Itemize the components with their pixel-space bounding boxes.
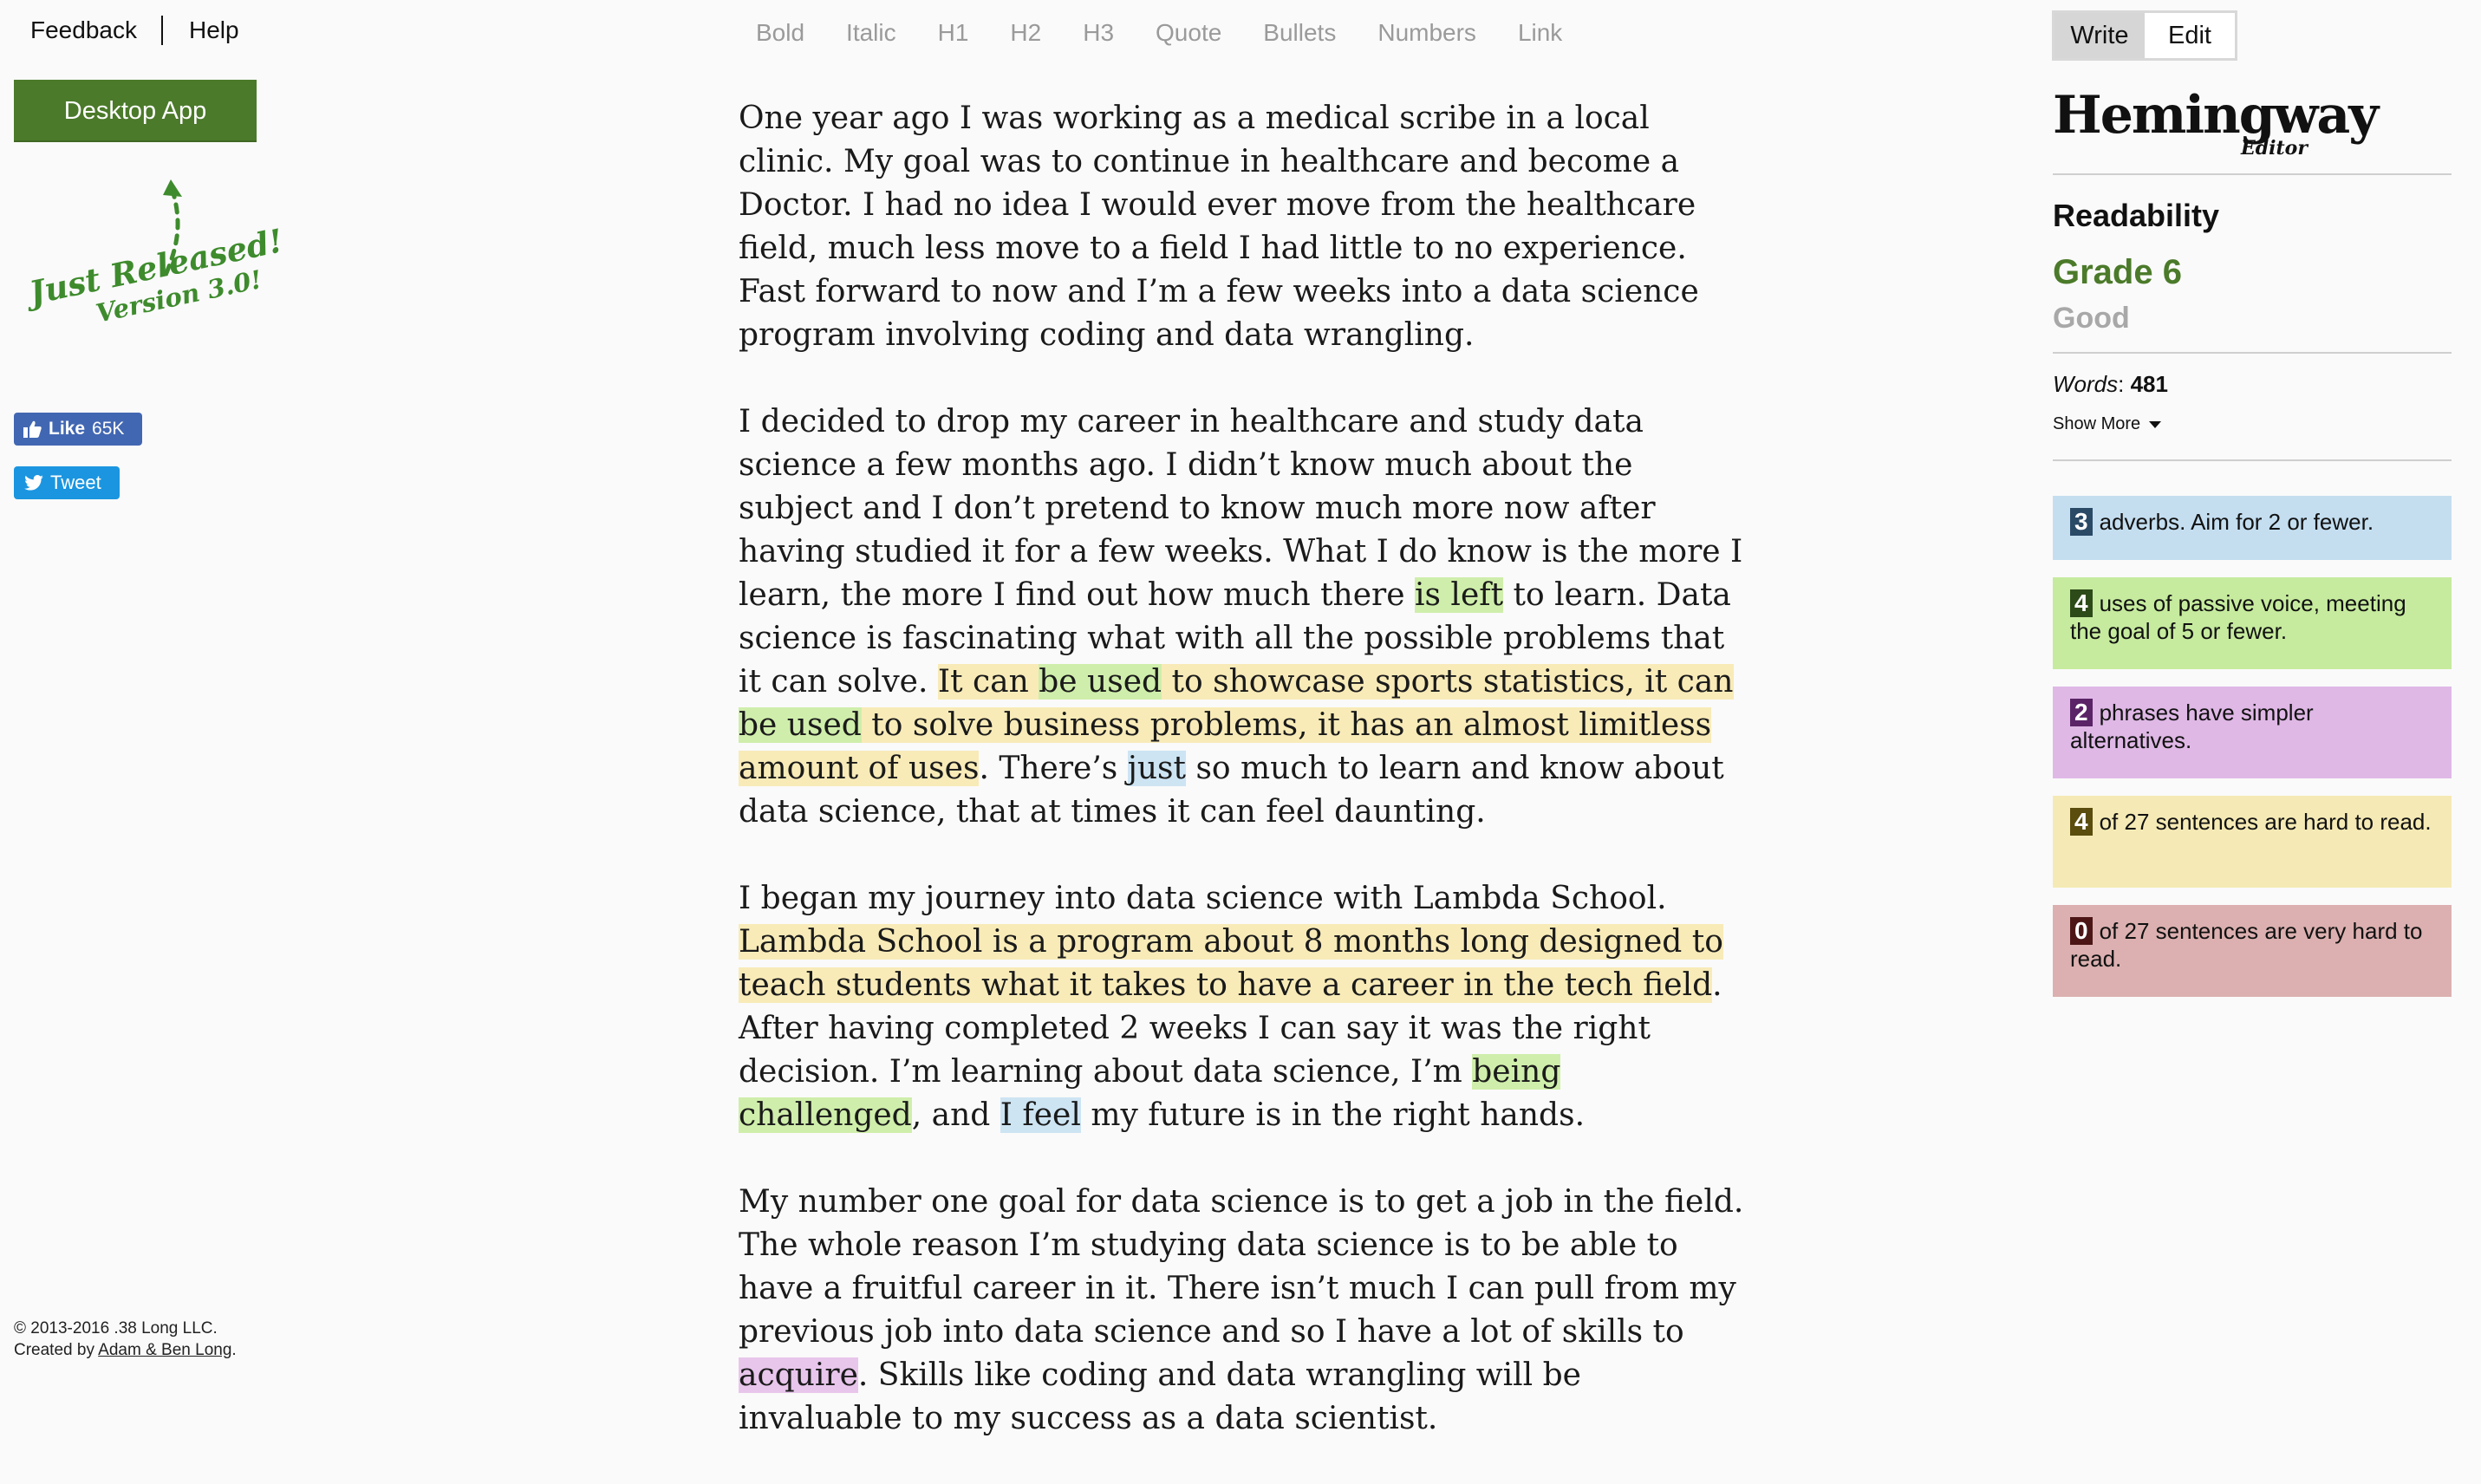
readability-heading: Readability — [2053, 198, 2220, 233]
passive-voice-highlight: be used — [1039, 664, 1162, 700]
created-by-suffix: . — [231, 1341, 237, 1359]
authors-link[interactable]: Adam & Ben Long — [98, 1341, 231, 1359]
word-count-label: Words — [2053, 371, 2119, 397]
text-run: . There’s — [979, 751, 1128, 786]
divider — [2053, 173, 2452, 175]
italic-button[interactable]: Italic — [846, 19, 896, 47]
copyright-text: © 2013-2016 .38 Long LLC. — [14, 1319, 218, 1338]
divider — [2053, 459, 2452, 461]
numbers-button[interactable]: Numbers — [1377, 19, 1476, 47]
text-run: . Skills like coding and data wrangling … — [739, 1357, 1581, 1436]
text-run: my future is in the right hands. — [1080, 1097, 1586, 1133]
hard-sentences-text: of 27 sentences are hard to read. — [2099, 809, 2432, 835]
nav-divider — [160, 16, 163, 45]
adverb-highlight: I feel — [1000, 1097, 1081, 1133]
like-count: 65K — [92, 419, 125, 439]
mode-toggle: Write Edit — [2052, 10, 2237, 61]
hemingway-logo-subtitle: Editor — [2241, 137, 2308, 159]
paragraph: I began my journey into data science wit… — [739, 877, 1744, 1137]
text-run: It can — [937, 664, 1039, 700]
write-mode-button[interactable]: Write — [2054, 13, 2145, 58]
adverbs-stat: 3 adverbs. Aim for 2 or fewer. — [2053, 496, 2452, 560]
caret-down-icon — [2149, 420, 2162, 428]
twitter-bird-icon — [24, 475, 43, 491]
adverbs-count: 3 — [2070, 508, 2093, 536]
passive-voice-stat: 4 uses of passive voice, meeting the goal… — [2053, 577, 2452, 669]
desktop-app-button[interactable]: Desktop App — [14, 80, 257, 142]
grade-rating: Good — [2053, 302, 2130, 335]
bullets-button[interactable]: Bullets — [1263, 19, 1336, 47]
hard-sentences-stat: 4 of 27 sentences are hard to read. — [2053, 796, 2452, 888]
show-more-label: Show More — [2053, 414, 2141, 433]
word-count: Words: 481 — [2053, 371, 2168, 398]
paragraph: One year ago I was working as a medical … — [739, 101, 1699, 353]
hard-sentence-highlight: Lambda School is a program about 8 month… — [739, 924, 1723, 1003]
bold-button[interactable]: Bold — [756, 19, 804, 47]
release-promo: Just Released! Version 3.0! — [19, 178, 286, 377]
thumbs-up-icon — [23, 420, 42, 438]
adverbs-text: adverbs. Aim for 2 or fewer. — [2099, 509, 2374, 535]
tweet-button[interactable]: Tweet — [14, 466, 120, 499]
hemingway-logo: Hemingway — [2053, 85, 2379, 146]
like-label: Like — [49, 419, 86, 439]
help-link[interactable]: Help — [189, 16, 239, 44]
quote-button[interactable]: Quote — [1156, 19, 1221, 47]
passive-voice-highlight: be used — [739, 707, 862, 743]
passive-voice-count: 4 — [2070, 589, 2093, 617]
text-run: I began my journey into data science wit… — [739, 881, 1667, 916]
h2-button[interactable]: H2 — [1010, 19, 1041, 47]
text-run: , and — [911, 1097, 1000, 1133]
paragraph: My number one goal for data science is t… — [739, 1181, 1744, 1441]
passive-voice-text: uses of passive voice, meeting the goal … — [2070, 590, 2406, 644]
feedback-link[interactable]: Feedback — [30, 16, 137, 44]
show-more-toggle[interactable]: Show More — [2053, 414, 2162, 434]
grade-level: Grade 6 — [2053, 253, 2182, 291]
adverb-highlight: just — [1127, 751, 1186, 786]
word-count-separator: : — [2118, 371, 2131, 397]
h1-button[interactable]: H1 — [938, 19, 969, 47]
hard-sentences-count: 4 — [2070, 808, 2093, 836]
simpler-alternatives-count: 2 — [2070, 699, 2093, 726]
footer: © 2013-2016 .38 Long LLC. Created by Ada… — [14, 1318, 237, 1361]
h3-button[interactable]: H3 — [1083, 19, 1114, 47]
simpler-alternative-highlight: acquire — [739, 1357, 858, 1393]
top-nav: Feedback Help — [30, 16, 239, 45]
simpler-alternatives-stat: 2 phrases have simpler alternatives. — [2053, 687, 2452, 778]
very-hard-sentences-text: of 27 sentences are very hard to read. — [2070, 918, 2423, 972]
facebook-like-button[interactable]: Like 65K — [14, 413, 142, 446]
very-hard-sentences-stat: 0 of 27 sentences are very hard to read. — [2053, 905, 2452, 997]
very-hard-sentences-count: 0 — [2070, 917, 2093, 945]
passive-voice-highlight: is left — [1415, 577, 1504, 613]
created-by: Created by Adam & Ben Long. — [14, 1339, 237, 1361]
paragraph: I decided to drop my career in healthcar… — [739, 400, 1744, 834]
word-count-value: 481 — [2130, 371, 2168, 397]
text-run: to showcase sports statistics, it can — [1162, 664, 1734, 700]
tweet-label: Tweet — [50, 472, 101, 493]
link-button[interactable]: Link — [1518, 19, 1562, 47]
divider — [2053, 352, 2452, 354]
format-toolbar: Bold Italic H1 H2 H3 Quote Bullets Numbe… — [756, 19, 1562, 47]
text-editor[interactable]: One year ago I was working as a medical … — [739, 97, 1744, 1484]
edit-mode-button[interactable]: Edit — [2145, 13, 2235, 58]
simpler-alternatives-text: phrases have simpler alternatives. — [2070, 700, 2314, 753]
created-by-prefix: Created by — [14, 1341, 99, 1359]
text-run: My number one goal for data science is t… — [739, 1184, 1744, 1350]
